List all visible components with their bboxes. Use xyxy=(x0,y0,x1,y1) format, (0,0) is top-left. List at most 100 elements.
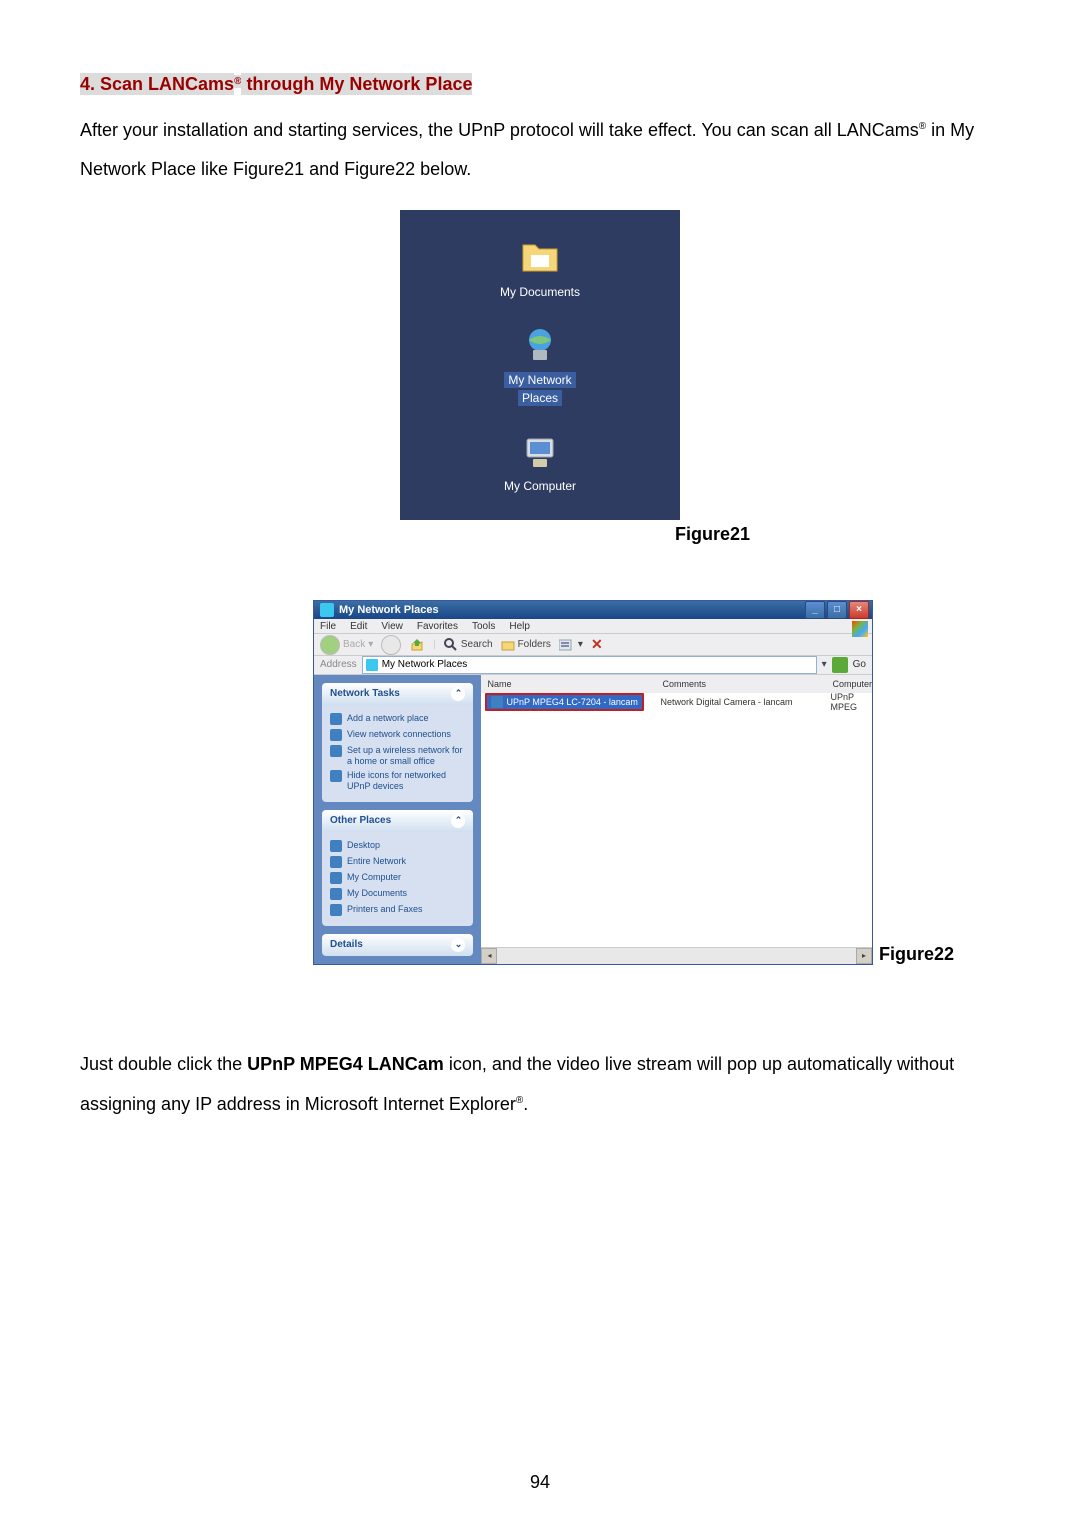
horizontal-scrollbar[interactable]: ◂ ▸ xyxy=(481,947,872,964)
address-value: My Network Places xyxy=(382,659,468,670)
add-place-icon xyxy=(330,713,342,725)
instruction-paragraph: Just double click the UPnP MPEG4 LANCam … xyxy=(80,1045,1000,1124)
maximize-button[interactable]: □ xyxy=(827,601,847,619)
file-list-pane: Name Comments Computer UPnP MPEG4 LC-720… xyxy=(481,675,872,964)
connections-icon xyxy=(330,729,342,741)
back-button[interactable]: Back ▾ xyxy=(320,635,373,655)
scroll-left-icon[interactable]: ◂ xyxy=(481,948,497,964)
back-arrow-icon xyxy=(320,635,340,655)
row-comments: Network Digital Camera - lancam xyxy=(660,697,830,707)
windows-logo-icon xyxy=(852,621,868,637)
window-controls: _ □ × xyxy=(805,601,869,619)
para2-part1: Just double click the xyxy=(80,1054,247,1074)
camera-icon xyxy=(491,696,503,708)
menu-view[interactable]: View xyxy=(381,621,403,632)
sidebar: Network Tasks ⌃ Add a network place View… xyxy=(314,675,481,964)
network-places-icon xyxy=(320,603,334,617)
upnp-lancam-bold: UPnP MPEG4 LANCam xyxy=(247,1054,444,1074)
upnp-icon xyxy=(330,770,342,782)
my-computer-label: My Computer xyxy=(504,479,576,493)
figure-21-block: My Documents My Network Places xyxy=(330,210,750,545)
folders-button[interactable]: Folders xyxy=(501,638,551,652)
table-row[interactable]: UPnP MPEG4 LC-7204 - lancam Network Digi… xyxy=(481,693,872,711)
para1-line1: After your installation and starting ser… xyxy=(80,120,837,140)
figure-22-caption: Figure22 xyxy=(879,944,954,965)
col-computer[interactable]: Computer xyxy=(832,679,872,689)
window-title: My Network Places xyxy=(339,604,439,616)
figure-22-wrapper: My Network Places _ □ × File Edit View F… xyxy=(313,600,973,965)
desktop-icon xyxy=(330,840,342,852)
explorer-window: My Network Places _ □ × File Edit View F… xyxy=(313,600,873,965)
other-places-header[interactable]: Other Places ⌃ xyxy=(322,810,473,832)
menu-edit[interactable]: Edit xyxy=(350,621,367,632)
figure-21-caption: Figure21 xyxy=(675,524,750,545)
view-connections-item[interactable]: View network connections xyxy=(330,727,465,743)
chevron-up-icon: ⌃ xyxy=(451,814,465,828)
minimize-button[interactable]: _ xyxy=(805,601,825,619)
network-tasks-panel: Network Tasks ⌃ Add a network place View… xyxy=(322,683,473,802)
network-icon xyxy=(330,856,342,868)
section-heading-prefix: 4. Scan LANCams xyxy=(80,73,234,95)
my-network-places-label-1: My Network xyxy=(504,372,575,388)
desktop-item[interactable]: Desktop xyxy=(330,838,465,854)
col-name[interactable]: Name xyxy=(481,679,662,689)
my-computer-item[interactable]: My Computer xyxy=(330,870,465,886)
my-documents-item[interactable]: My Documents xyxy=(330,886,465,902)
my-network-places-label-2: Places xyxy=(518,390,562,406)
titlebar[interactable]: My Network Places _ □ × xyxy=(314,601,872,619)
page: 4. Scan LANCams® through My Network Plac… xyxy=(0,0,1080,1164)
desktop-screenshot: My Documents My Network Places xyxy=(400,210,680,520)
column-headers: Name Comments Computer xyxy=(481,675,872,693)
para1-lancams: LANCams xyxy=(837,120,919,140)
forward-button[interactable] xyxy=(381,635,401,655)
go-label: Go xyxy=(853,659,866,670)
network-globe-icon xyxy=(519,324,561,366)
page-number: 94 xyxy=(0,1472,1080,1493)
my-network-places-icon[interactable]: My Network Places xyxy=(504,324,575,407)
printer-icon xyxy=(330,904,342,916)
my-computer-icon[interactable]: My Computer xyxy=(504,431,576,493)
col-comments[interactable]: Comments xyxy=(662,679,832,689)
address-field[interactable]: My Network Places xyxy=(362,656,817,674)
search-button[interactable]: Search xyxy=(444,638,493,652)
menu-favorites[interactable]: Favorites xyxy=(417,621,458,632)
up-button[interactable] xyxy=(409,637,425,653)
section-heading-suffix: through My Network Place xyxy=(241,73,472,95)
go-button[interactable] xyxy=(832,657,848,673)
my-documents-icon[interactable]: My Documents xyxy=(500,237,580,299)
intro-paragraph: After your installation and starting ser… xyxy=(80,111,1000,190)
chevron-down-icon: ⌄ xyxy=(451,938,465,952)
details-panel: Details ⌄ xyxy=(322,934,473,956)
setup-wireless-item[interactable]: Set up a wireless network for a home or … xyxy=(330,743,465,769)
scroll-right-icon[interactable]: ▸ xyxy=(856,948,872,964)
add-network-place-item[interactable]: Add a network place xyxy=(330,711,465,727)
network-tasks-header[interactable]: Network Tasks ⌃ xyxy=(322,683,473,705)
delete-icon[interactable]: ✕ xyxy=(591,636,603,653)
chevron-up-icon: ⌃ xyxy=(451,687,465,701)
content-area: Network Tasks ⌃ Add a network place View… xyxy=(314,675,872,964)
address-dropdown-icon[interactable]: ▾ xyxy=(822,659,827,670)
addressbar: Address My Network Places ▾ Go xyxy=(314,656,872,675)
entire-network-item[interactable]: Entire Network xyxy=(330,854,465,870)
views-button[interactable]: ▾ xyxy=(559,638,583,652)
wireless-icon xyxy=(330,745,342,757)
row-computer: UPnP MPEG xyxy=(830,692,872,712)
menu-help[interactable]: Help xyxy=(509,621,530,632)
computer-small-icon xyxy=(330,872,342,884)
para2-part3-suffix: . xyxy=(523,1094,528,1114)
titlebar-left: My Network Places xyxy=(320,603,439,617)
address-label: Address xyxy=(320,659,357,670)
section-heading-row: 4. Scan LANCams® through My Network Plac… xyxy=(80,70,1000,99)
upnp-lancam-item[interactable]: UPnP MPEG4 LC-7204 - lancam xyxy=(485,693,643,711)
close-button[interactable]: × xyxy=(849,601,869,619)
menu-file[interactable]: File xyxy=(320,621,336,632)
printers-faxes-item[interactable]: Printers and Faxes xyxy=(330,902,465,918)
menu-tools[interactable]: Tools xyxy=(472,621,495,632)
para2-part2: icon, and the video live stream will pop… xyxy=(444,1054,787,1074)
hide-upnp-item[interactable]: Hide icons for networked UPnP devices xyxy=(330,768,465,794)
details-header[interactable]: Details ⌄ xyxy=(322,934,473,956)
figure-22-block: My Network Places _ □ × File Edit View F… xyxy=(313,600,973,965)
documents-small-icon xyxy=(330,888,342,900)
network-tasks-body: Add a network place View network connect… xyxy=(322,705,473,802)
my-documents-label: My Documents xyxy=(500,285,580,299)
